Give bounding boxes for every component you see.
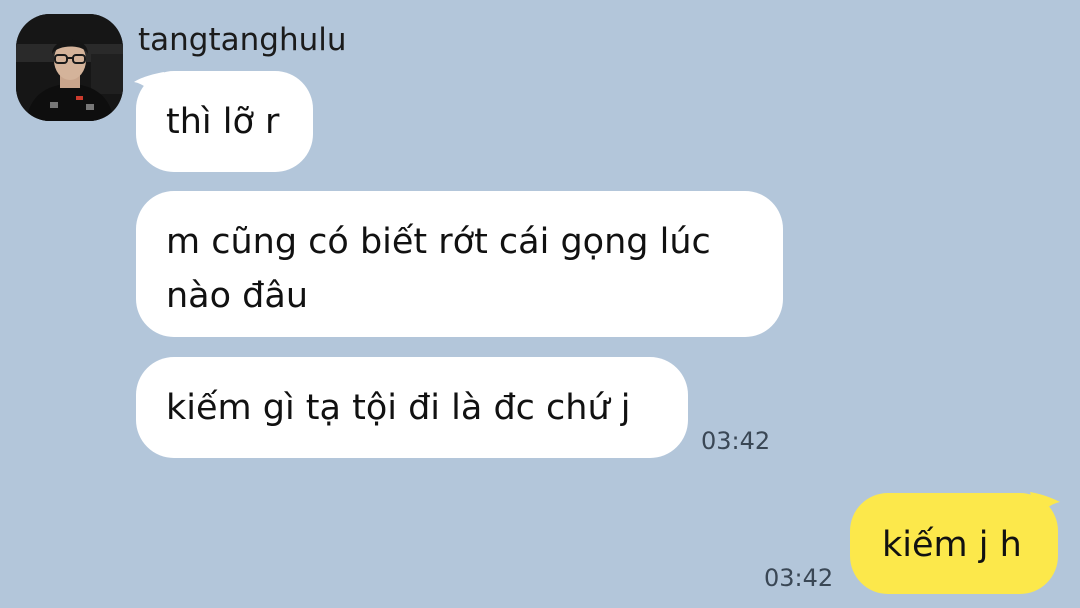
contact-name: tangtanghulu bbox=[138, 22, 347, 58]
message-text-line: m cũng có biết rớt cái gọng lúc bbox=[166, 222, 711, 262]
message-text: kiếm j h bbox=[882, 525, 1022, 565]
incoming-message-bubble[interactable]: m cũng có biết rớt cái gọng lúc nào đâu bbox=[136, 191, 783, 337]
incoming-message-bubble[interactable]: thì lỡ r bbox=[136, 71, 313, 172]
avatar-photo bbox=[16, 14, 123, 121]
contact-avatar[interactable] bbox=[16, 14, 123, 121]
message-timestamp: 03:42 bbox=[701, 427, 771, 455]
message-text: kiếm gì tạ tội đi là đc chứ j bbox=[166, 388, 631, 428]
message-text-line: nào đâu bbox=[166, 276, 309, 316]
incoming-message-bubble[interactable]: kiếm gì tạ tội đi là đc chứ j bbox=[136, 357, 688, 458]
outgoing-message-bubble[interactable]: kiếm j h bbox=[850, 493, 1058, 594]
message-text: thì lỡ r bbox=[166, 102, 280, 142]
message-timestamp: 03:42 bbox=[764, 564, 834, 592]
